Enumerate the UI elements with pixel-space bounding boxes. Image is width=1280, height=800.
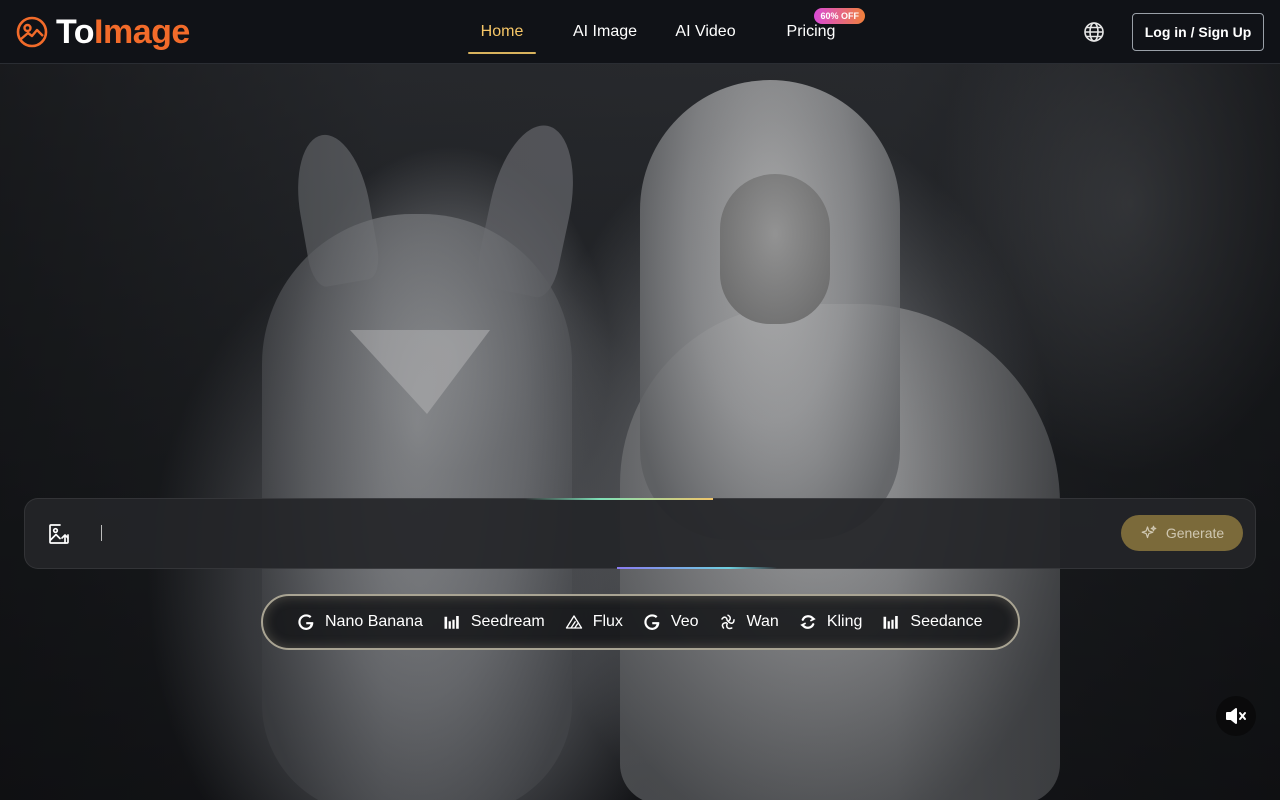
model-kling[interactable]: Kling [799,606,863,638]
google-icon [644,614,660,630]
google-icon [298,614,314,630]
logo-icon [16,16,48,48]
top-header: ToImage Home AI Image AI Video Pricing 6… [0,0,1280,64]
model-label: Seedance [910,613,983,630]
hero-background [0,64,1280,800]
model-veo[interactable]: Veo [643,606,699,638]
prompt-glow-top [525,498,713,500]
login-signup-button[interactable]: Log in / Sign Up [1132,13,1264,51]
prompt-glow-bottom [617,567,777,569]
kling-loop-icon [800,615,816,629]
generate-button[interactable]: Generate [1121,515,1243,551]
flux-triangle-icon [565,615,582,629]
main-nav: Home AI Image AI Video Pricing 60% OFF [468,8,865,54]
hero-overlay [0,64,1280,800]
model-label: Veo [670,613,699,630]
model-label: Wan [746,613,779,630]
model-seedream[interactable]: Seedream [443,606,545,638]
nav-pricing[interactable]: Pricing 60% OFF [773,8,865,54]
model-selector: Nano Banana Seedream Flux Veo Wan Kling … [261,594,1020,650]
image-upload-icon[interactable] [47,522,71,546]
model-flux[interactable]: Flux [565,606,623,638]
brand-name-part1: To [56,13,95,51]
prompt-bar: Generate [24,498,1256,569]
model-label: Seedream [470,613,545,630]
bars-icon [444,616,459,629]
nav-ai-image[interactable]: AI Image [560,10,650,54]
mute-toggle-button[interactable] [1216,696,1256,736]
nav-ai-image-label: AI Image [572,23,638,40]
speaker-muted-icon [1226,708,1246,724]
brand-name-part2: Image [94,13,190,51]
generate-label: Generate [1165,525,1225,541]
model-seedance[interactable]: Seedance [882,606,982,638]
nav-home-label: Home [480,23,524,40]
model-label: Flux [592,613,623,630]
sparkle-icon [1141,525,1157,539]
nav-pricing-label: Pricing [786,23,836,40]
bars-icon [883,616,899,629]
brand-name: ToImage [56,14,190,50]
globe-icon[interactable] [1082,20,1106,44]
model-label: Nano Banana [325,613,423,630]
discount-badge: 60% OFF [814,8,865,24]
nav-ai-video-label: AI Video [675,23,736,40]
nav-home[interactable]: Home [468,10,536,54]
nav-ai-video[interactable]: AI Video [662,10,749,54]
prompt-input[interactable] [101,519,1111,549]
brand-logo[interactable]: ToImage [16,14,190,50]
wan-swirl-icon [720,614,735,630]
model-label: Kling [826,613,863,630]
model-nano-banana[interactable]: Nano Banana [297,606,423,638]
model-wan[interactable]: Wan [719,606,779,638]
